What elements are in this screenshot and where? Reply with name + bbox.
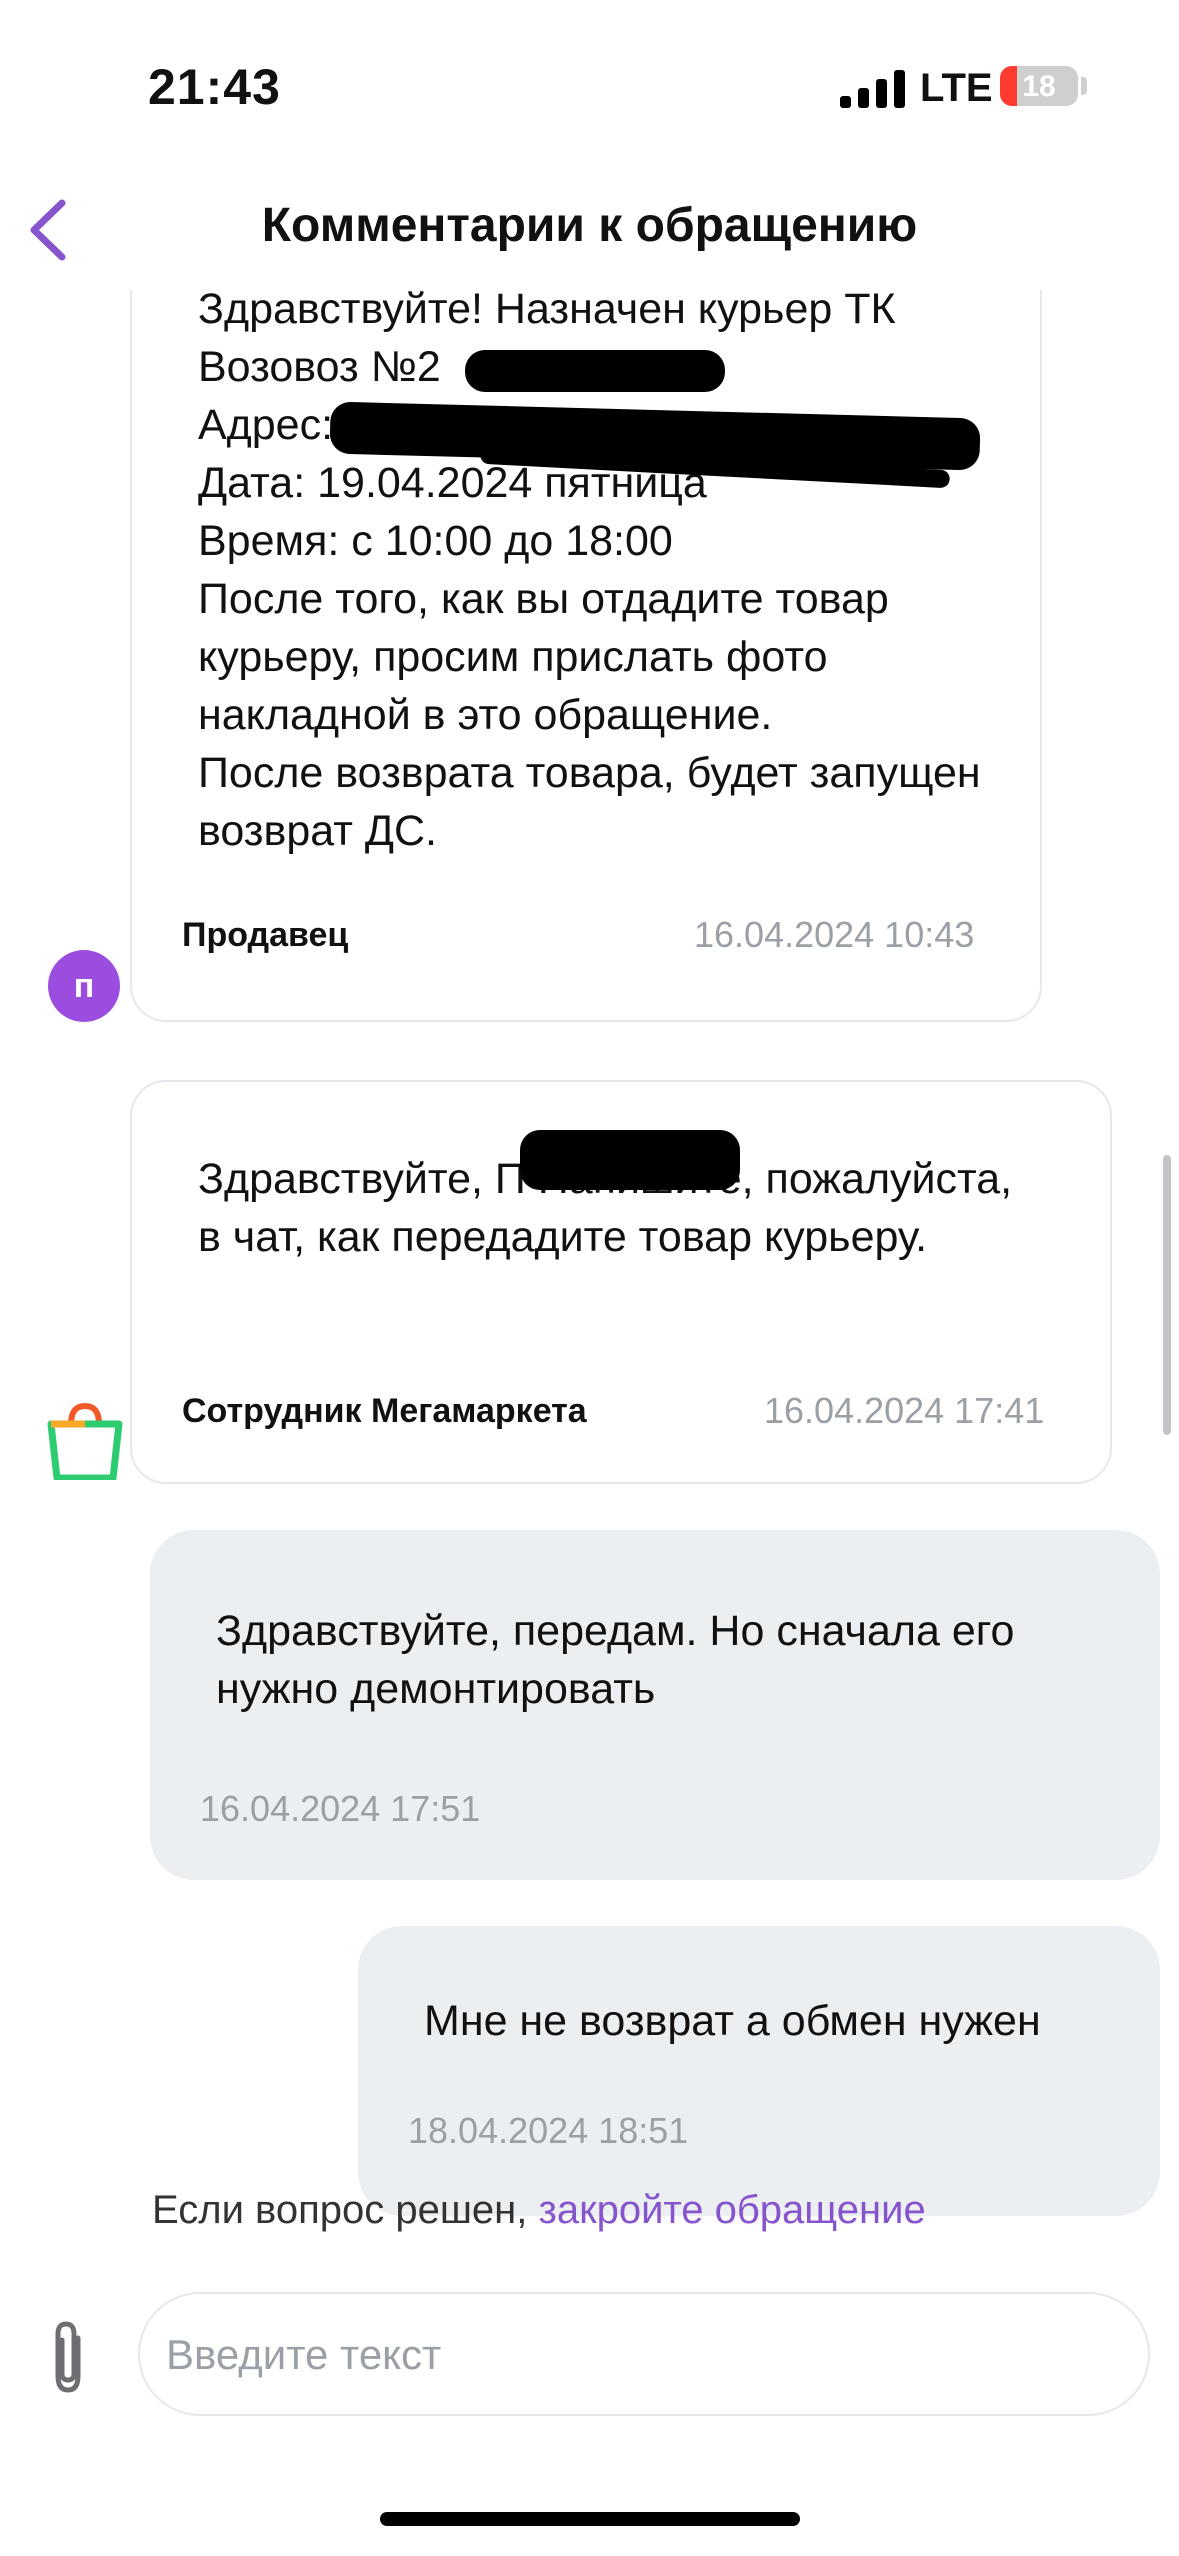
status-time: 21:43 (148, 59, 281, 115)
redaction-mark (520, 1130, 740, 1190)
page-title: Комментарии к обращению (261, 199, 918, 252)
battery-tip (1081, 77, 1087, 95)
message-text: Здравствуйте, передам. Но сначала его ну… (216, 1607, 1015, 1713)
avatar-seller: п (48, 950, 120, 1022)
message-timestamp: 18.04.2024 18:51 (408, 2110, 689, 2151)
message-outgoing: Здравствуйте, передам. Но сначала его ну… (150, 1530, 1160, 1880)
resolve-prefix: Если вопрос решен, (152, 2188, 528, 2232)
message-sender: Продавец (182, 916, 349, 954)
battery-level: 18 (1022, 70, 1056, 103)
message-timestamp: 16.04.2024 10:43 (694, 914, 975, 955)
attach-button[interactable] (38, 2318, 98, 2398)
message-seller: Здравствуйте! Назначен курьер ТК Возовоз… (130, 290, 1042, 1022)
home-indicator (380, 2512, 800, 2526)
chat-thread[interactable]: Здравствуйте! Назначен курьер ТК Возовоз… (0, 290, 1179, 2265)
network-type: LTE (920, 66, 993, 110)
paperclip-icon (55, 2321, 81, 2393)
message-sender: Сотрудник Мегамаркета (182, 1392, 587, 1430)
signal-bars-icon (840, 70, 910, 108)
battery-icon: 18 (1000, 66, 1078, 106)
message-outgoing: Мне не возврат а обмен нужен 18.04.2024 … (358, 1926, 1160, 2216)
message-timestamp: 16.04.2024 17:51 (200, 1788, 481, 1829)
resolve-hint: Если вопрос решен, закройте обращение (152, 2188, 926, 2233)
close-ticket-link[interactable]: закройте обращение (539, 2188, 926, 2232)
redaction-mark (465, 350, 725, 392)
message-timestamp: 16.04.2024 17:41 (764, 1390, 1045, 1431)
message-input-wrapper[interactable] (138, 2292, 1150, 2416)
message-text: Мне не возврат а обмен нужен (424, 1997, 1041, 2045)
message-input[interactable] (164, 2294, 1128, 2416)
megamarket-bag-icon (47, 1402, 123, 1480)
chat-scrollbar[interactable] (1163, 1155, 1171, 1435)
